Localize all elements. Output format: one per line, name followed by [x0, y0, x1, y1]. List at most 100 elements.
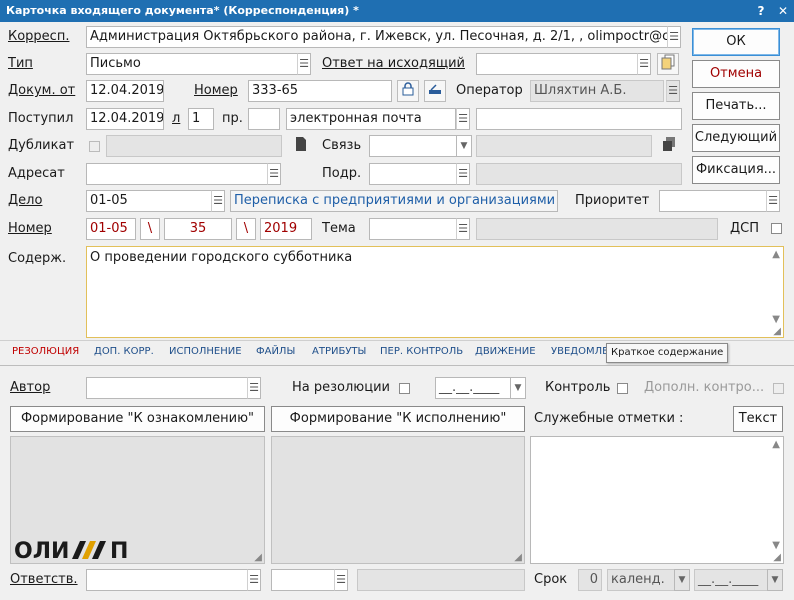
logo-text-right: П — [110, 539, 128, 562]
help-button[interactable]: ? — [750, 0, 772, 22]
nomer2-label: Номер — [8, 221, 52, 236]
form-ispolneniyu-button[interactable]: Формирование "К исполнению" — [271, 406, 525, 432]
tip-field[interactable]: Письмо — [86, 53, 298, 75]
nomer2-part1[interactable]: 01-05 — [86, 218, 136, 240]
korresp-menu-icon[interactable]: ☰ — [667, 26, 681, 48]
tab-per-kontrol[interactable]: ПЕР. КОНТРОЛЬ — [380, 345, 463, 359]
delo-link[interactable]: Переписка с предприятиями и организациям… — [230, 190, 558, 212]
rez-date-dropdown-icon[interactable]: ▼ — [510, 377, 526, 399]
copy-icon[interactable] — [658, 135, 680, 157]
na-rezolyucii-checkbox[interactable] — [399, 383, 410, 394]
postupil-extra-field[interactable] — [476, 108, 682, 130]
close-button[interactable]: ✕ — [772, 0, 794, 22]
tab-ispolnenie[interactable]: ИСПОЛНЕНИЕ — [169, 345, 242, 359]
tema-field[interactable] — [369, 218, 457, 240]
fix-button[interactable]: Фиксация... — [692, 156, 780, 184]
scroll-up-icon[interactable]: ▲ — [772, 249, 780, 260]
tema-menu-icon[interactable]: ☰ — [456, 218, 470, 240]
resize-grip-icon[interactable]: ◢ — [773, 552, 781, 563]
dokum-ot-label: Докум. от — [8, 83, 76, 98]
otvetstv-extra-menu-icon[interactable]: ☰ — [334, 569, 348, 591]
resize-grip-icon[interactable]: ◢ — [773, 326, 781, 337]
olimp-logo: ОЛИ П — [14, 536, 136, 564]
dsp-checkbox[interactable] — [771, 223, 782, 234]
podr-label: Подр. — [322, 166, 362, 181]
next-button[interactable]: Следующий — [692, 124, 780, 152]
dop-kontrol-label: Дополн. контро... — [644, 380, 765, 395]
dublikat-label: Дубликат — [8, 138, 75, 153]
form-oznakomleniyu-button[interactable]: Формирование "К ознакомлению" — [10, 406, 265, 432]
resize-grip-icon[interactable]: ◢ — [254, 552, 262, 563]
otvetstv-name-field — [357, 569, 525, 591]
scanner-icon[interactable] — [424, 80, 446, 102]
otvetstv-menu-icon[interactable]: ☰ — [247, 569, 261, 591]
scroll-down-icon[interactable]: ▼ — [772, 314, 780, 325]
l-label: л — [172, 111, 181, 126]
otvetstv-field[interactable] — [86, 569, 248, 591]
avtor-label: Автор — [10, 380, 51, 395]
ok-button[interactable]: ОК — [692, 28, 780, 56]
channel-menu-icon[interactable]: ☰ — [456, 108, 470, 130]
channel-field[interactable]: электронная почта — [286, 108, 456, 130]
scroll-up-icon[interactable]: ▲ — [772, 439, 780, 450]
avtor-field[interactable] — [86, 377, 248, 399]
tabs-top-divider — [0, 340, 794, 341]
na-rezolyucii-label: На резолюции — [292, 380, 390, 395]
kontrol-label: Контроль — [545, 380, 611, 395]
prioritet-label: Приоритет — [575, 193, 650, 208]
operator-menu-icon: ☰ — [666, 80, 680, 102]
l-field[interactable]: 1 — [188, 108, 214, 130]
otvet-menu-icon[interactable]: ☰ — [637, 53, 651, 75]
tabs-bottom-divider — [0, 365, 794, 366]
soderzh-textarea[interactable]: О проведении городского субботника ▲ ▼ ◢ — [86, 246, 784, 338]
kontrol-checkbox[interactable] — [617, 383, 628, 394]
scroll-down-icon[interactable]: ▼ — [772, 540, 780, 551]
dokum-ot-field[interactable]: 12.04.2019 — [86, 80, 164, 102]
nomer-field[interactable]: 333-65 — [248, 80, 392, 102]
tip-menu-icon[interactable]: ☰ — [297, 53, 311, 75]
delo-menu-icon[interactable]: ☰ — [211, 190, 225, 212]
tip-label: Тип — [8, 56, 33, 71]
tema-label: Тема — [322, 221, 356, 236]
print-button[interactable]: Печать... — [692, 92, 780, 120]
pr-field[interactable] — [248, 108, 280, 130]
otvetstv-extra-field[interactable] — [271, 569, 335, 591]
adresat-label: Адресат — [8, 166, 65, 181]
nomer2-part2[interactable]: 35 — [164, 218, 232, 240]
dsp-label: ДСП — [730, 221, 760, 236]
srok-date-field: __.__.____ — [694, 569, 768, 591]
korresp-field[interactable]: Администрация Октябрьского района, г. Иж… — [86, 26, 668, 48]
adresat-field[interactable] — [86, 163, 268, 185]
svyaz-dropdown-icon[interactable]: ▼ — [456, 135, 472, 157]
tab-uvedomleniya[interactable]: УВЕДОМЛЕ — [551, 345, 608, 359]
resize-grip-icon[interactable]: ◢ — [514, 552, 522, 563]
podr-menu-icon[interactable]: ☰ — [456, 163, 470, 185]
postupil-date-field[interactable]: 12.04.2019 — [86, 108, 164, 130]
document-icon[interactable] — [290, 135, 312, 157]
prioritet-menu-icon[interactable]: ☰ — [766, 190, 780, 212]
dublikat-checkbox[interactable] — [89, 141, 100, 152]
avtor-menu-icon[interactable]: ☰ — [247, 377, 261, 399]
otvet-field[interactable] — [476, 53, 638, 75]
svyaz-field[interactable] — [369, 135, 457, 157]
operator-field: Шляхтин А.Б. — [530, 80, 664, 102]
nomer2-part3[interactable]: 2019 — [260, 218, 312, 240]
tab-dop-korr[interactable]: ДОП. КОРР. — [94, 345, 154, 359]
documents-icon[interactable] — [657, 53, 679, 75]
lock-icon[interactable] — [397, 80, 419, 102]
cancel-button[interactable]: Отмена — [692, 60, 780, 88]
tab-dvizhenie[interactable]: ДВИЖЕНИЕ — [475, 345, 536, 359]
ispolnenie-list[interactable]: ◢ — [271, 436, 525, 564]
adresat-menu-icon[interactable]: ☰ — [267, 163, 281, 185]
delo-field[interactable]: 01-05 — [86, 190, 212, 212]
tab-rezolyuciya[interactable]: РЕЗОЛЮЦИЯ — [12, 345, 79, 359]
podr-field[interactable] — [369, 163, 457, 185]
srok-field: 0 — [578, 569, 602, 591]
prioritet-field[interactable] — [659, 190, 767, 212]
tab-faily[interactable]: ФАЙЛЫ — [256, 345, 295, 359]
text-button[interactable]: Текст — [733, 406, 783, 432]
tab-atributy[interactable]: АТРИБУТЫ — [312, 345, 366, 359]
sluzh-otmetki-textarea[interactable]: ▲ ▼ ◢ — [530, 436, 784, 564]
svyaz-extra-field — [476, 135, 652, 157]
rez-date-field[interactable]: __.__.____ — [435, 377, 511, 399]
